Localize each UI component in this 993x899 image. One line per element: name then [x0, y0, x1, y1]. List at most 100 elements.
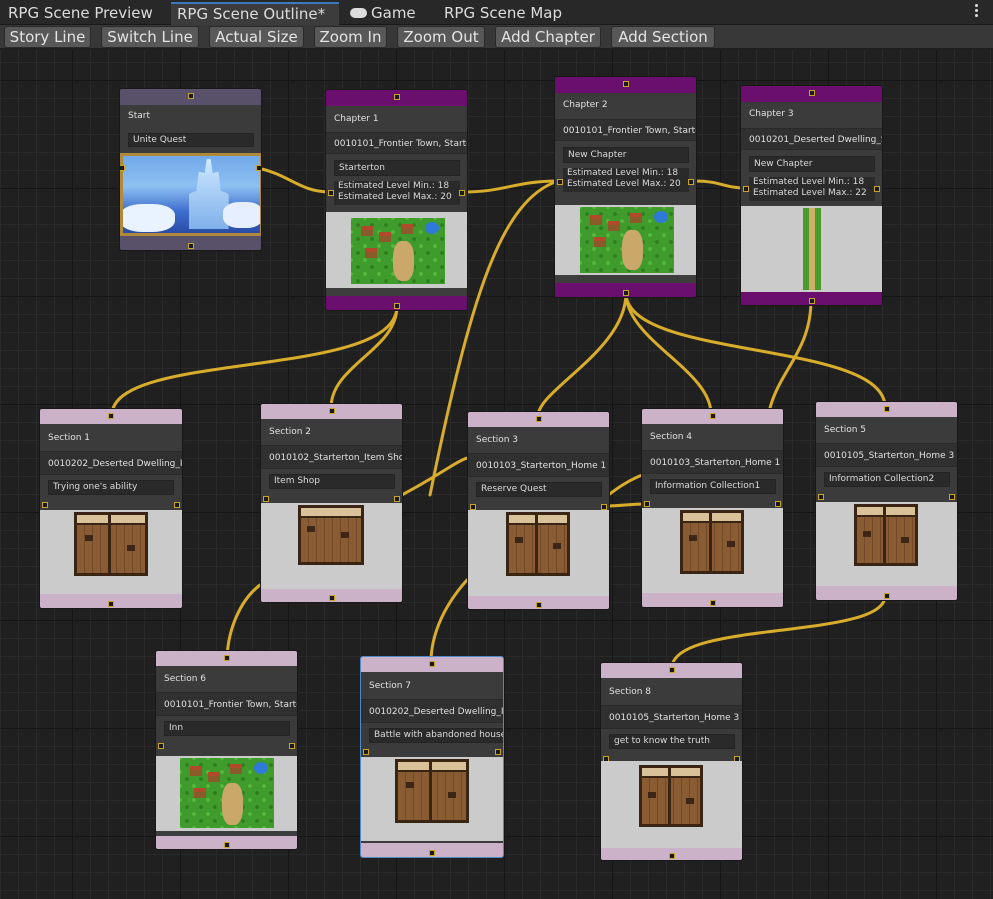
right-port[interactable]	[495, 749, 501, 755]
start-node[interactable]: Start Unite Quest	[119, 88, 262, 251]
map-name: 0010101_Frontier Town, Starterton	[164, 700, 297, 710]
right-port[interactable]	[949, 494, 955, 500]
chapter1-node[interactable]: Chapter 1 0010101_Frontier Town, Starter…	[325, 89, 468, 311]
map-name: 0010201_Deserted Dwelling_Surroundings	[749, 135, 883, 145]
map-name: 0010103_Starterton_Home 1	[650, 458, 781, 468]
output-port[interactable]	[393, 303, 400, 309]
output-port[interactable]	[187, 243, 194, 249]
right-port[interactable]	[256, 165, 261, 171]
map-preview	[601, 761, 742, 848]
output-port[interactable]	[429, 850, 435, 856]
section-name-field[interactable]: Battle with abandoned house boss	[369, 728, 503, 743]
input-port[interactable]	[622, 81, 629, 87]
left-port[interactable]	[120, 165, 125, 171]
section-name-field[interactable]: Inn	[164, 721, 290, 736]
map-name: 0010202_Deserted Dwelling_Inside	[48, 459, 183, 469]
input-port[interactable]	[393, 94, 400, 100]
kebab-menu-icon[interactable]	[975, 4, 979, 20]
section1-node[interactable]: Section 1 0010202_Deserted Dwelling_Insi…	[39, 408, 183, 609]
section3-node[interactable]: Section 3 0010103_Starterton_Home 1 Rese…	[467, 411, 610, 610]
zoom-out-button[interactable]: Zoom Out	[397, 26, 485, 48]
chapter-name-field[interactable]: New Chapter	[563, 147, 689, 163]
map-name: 0010105_Starterton_Home 3	[609, 713, 740, 723]
left-port[interactable]	[42, 502, 48, 508]
node-title: Section 1	[48, 433, 91, 443]
section-name-field[interactable]: Information Collection2	[824, 472, 950, 487]
output-port[interactable]	[622, 290, 629, 296]
right-port[interactable]	[174, 502, 180, 508]
tab-rpg-scene-map[interactable]: RPG Scene Map	[438, 2, 578, 25]
map-row: 0010105_Starterton_Home 3	[816, 443, 957, 467]
add-section-button[interactable]: Add Section	[611, 26, 715, 48]
right-port[interactable]	[289, 743, 295, 749]
left-port[interactable]	[557, 179, 563, 185]
input-port[interactable]	[108, 413, 114, 419]
chapter3-node[interactable]: Chapter 3 0010201_Deserted Dwelling_Surr…	[740, 85, 883, 306]
output-port[interactable]	[108, 601, 114, 607]
tab-label: RPG Scene Preview	[8, 4, 153, 22]
tab-game[interactable]: Game	[344, 2, 434, 25]
section-name-field[interactable]: Reserve Quest	[476, 482, 602, 497]
output-port[interactable]	[223, 842, 230, 848]
left-port[interactable]	[818, 494, 824, 500]
section8-node[interactable]: Section 8 0010105_Starterton_Home 3 get …	[600, 662, 743, 861]
left-port[interactable]	[363, 749, 369, 755]
left-port[interactable]	[644, 501, 650, 507]
section-name-field[interactable]: Trying one's ability	[48, 480, 174, 495]
level-max: Estimated Level Max.: 20	[567, 179, 681, 189]
map-name: 0010202_Deserted Dwelling_Inside	[369, 707, 504, 717]
section7-node[interactable]: Section 7 0010202_Deserted Dwelling_Insi…	[360, 656, 504, 858]
section5-node[interactable]: Section 5 0010105_Starterton_Home 3 Info…	[815, 401, 958, 601]
output-port[interactable]	[328, 595, 335, 601]
map-row: 0010101_Frontier Town, Starterton	[555, 119, 696, 141]
section-name-field[interactable]: Information Collection1	[650, 479, 776, 494]
level-max: Estimated Level Max.: 20	[338, 192, 452, 202]
section-name-field[interactable]: Item Shop	[269, 474, 395, 489]
output-port[interactable]	[883, 593, 890, 599]
map-preview	[816, 502, 957, 586]
right-port[interactable]	[688, 179, 694, 185]
input-port[interactable]	[808, 90, 815, 96]
tab-rpg-scene-preview[interactable]: RPG Scene Preview	[2, 2, 167, 25]
section6-node[interactable]: Section 6 0010101_Frontier Town, Starter…	[155, 650, 298, 850]
input-port[interactable]	[223, 655, 230, 661]
input-port[interactable]	[668, 667, 675, 673]
input-port[interactable]	[883, 406, 890, 412]
node-title: Section 5	[824, 425, 867, 435]
add-chapter-button[interactable]: Add Chapter	[495, 26, 601, 48]
tab-rpg-scene-outline[interactable]: RPG Scene Outline*	[171, 2, 339, 25]
section2-node[interactable]: Section 2 0010102_Starterton_Item Shop I…	[260, 403, 403, 603]
left-port[interactable]	[158, 743, 164, 749]
input-port[interactable]	[535, 416, 542, 422]
input-port[interactable]	[187, 93, 194, 99]
right-port[interactable]	[874, 186, 880, 192]
left-port[interactable]	[743, 186, 749, 192]
left-port[interactable]	[263, 496, 269, 502]
node-title: Section 4	[650, 432, 693, 442]
section-name-field[interactable]: get to know the truth	[609, 734, 735, 749]
input-port[interactable]	[429, 661, 435, 667]
node-title: Start	[128, 111, 150, 121]
chapter2-node[interactable]: Chapter 2 0010101_Frontier Town, Starter…	[554, 76, 697, 298]
map-preview	[642, 508, 783, 593]
output-port[interactable]	[535, 602, 542, 608]
quest-name-field[interactable]: Unite Quest	[128, 133, 254, 147]
start-image	[120, 153, 261, 236]
right-port[interactable]	[394, 496, 400, 502]
actual-size-button[interactable]: Actual Size	[209, 26, 304, 48]
input-port[interactable]	[328, 408, 335, 414]
input-port[interactable]	[709, 413, 716, 419]
zoom-in-button[interactable]: Zoom In	[314, 26, 387, 48]
output-port[interactable]	[709, 600, 716, 606]
output-port[interactable]	[808, 298, 815, 304]
right-port[interactable]	[775, 501, 781, 507]
chapter-name-field[interactable]: Starterton	[334, 160, 460, 176]
chapter-name-field[interactable]: New Chapter	[749, 156, 875, 172]
switch-line-button[interactable]: Switch Line	[101, 26, 199, 48]
story-line-button[interactable]: Story Line	[4, 26, 91, 48]
output-port[interactable]	[668, 853, 675, 859]
right-port[interactable]	[459, 190, 465, 196]
section4-node[interactable]: Section 4 0010103_Starterton_Home 1 Info…	[641, 408, 784, 608]
tab-label: Game	[371, 4, 416, 22]
left-port[interactable]	[328, 190, 334, 196]
